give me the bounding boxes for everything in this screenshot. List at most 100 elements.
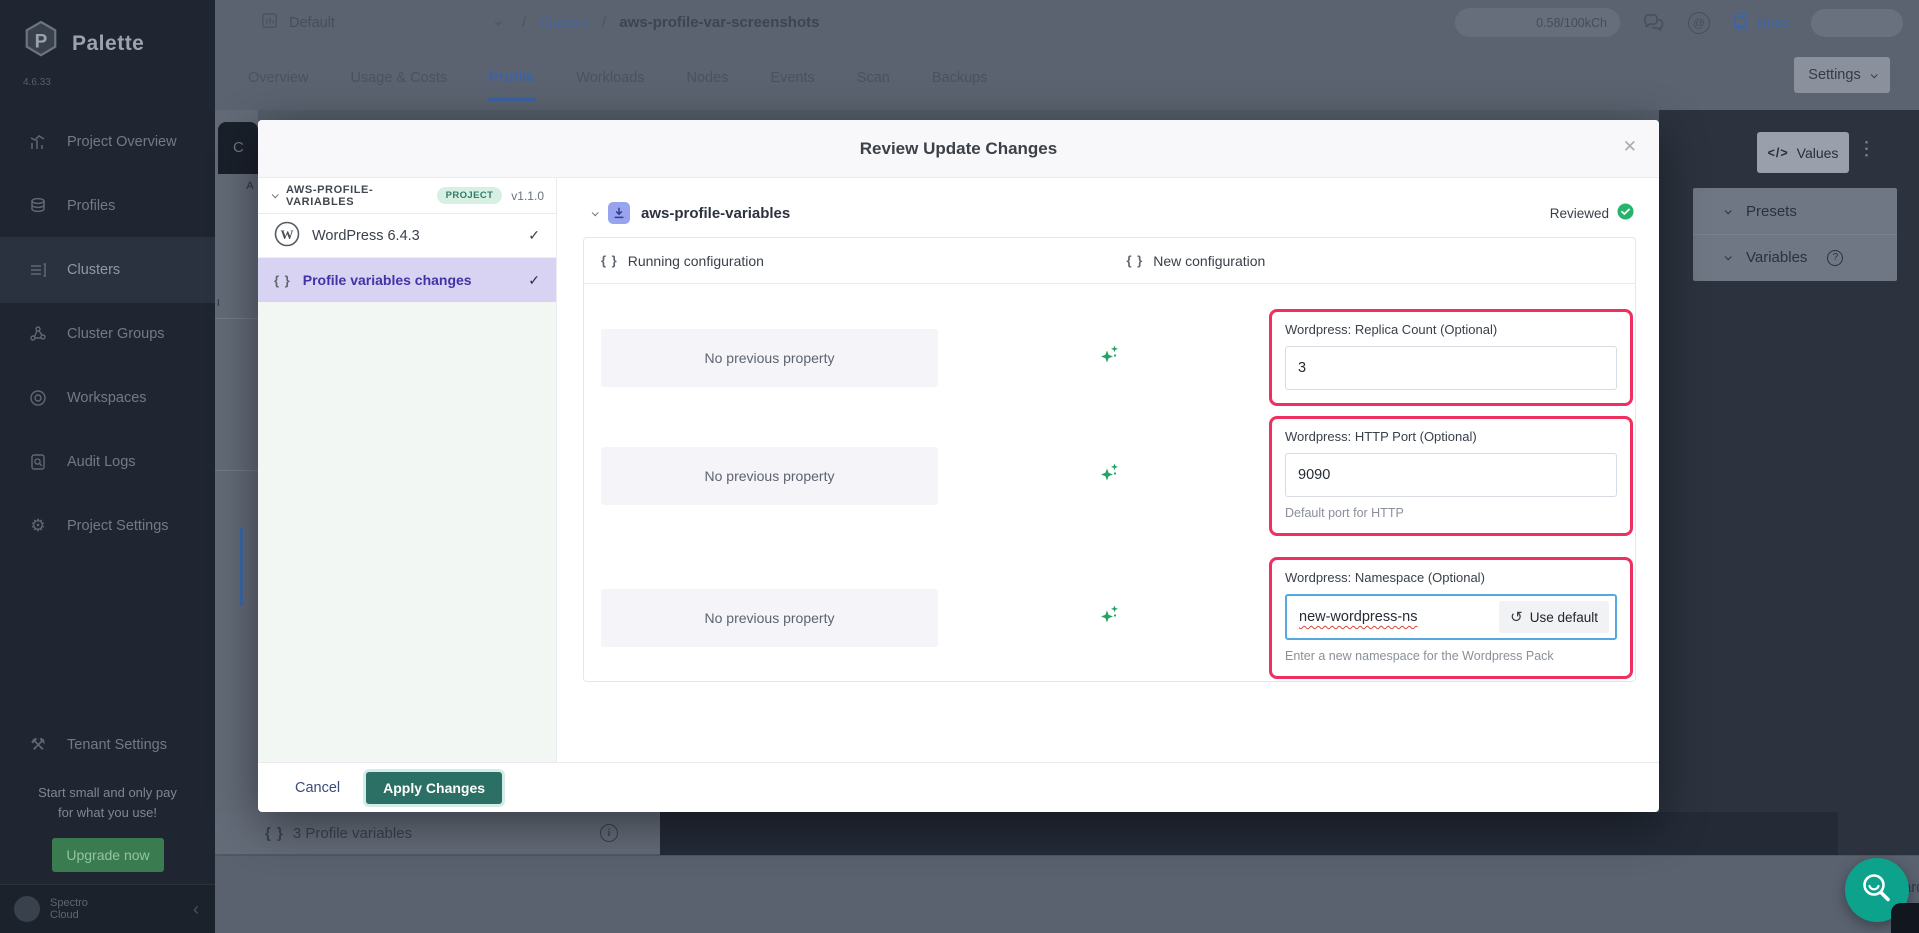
namespace-input[interactable]: new-wordpress-ns ↺ Use default xyxy=(1285,594,1617,640)
screen: P Palette 4.6.33 Project Overview Profil… xyxy=(0,0,1919,933)
variables-changes-label: Profile variables changes xyxy=(303,272,472,288)
http-port-input[interactable] xyxy=(1285,453,1617,497)
sidebar-tenant: ⚒ Tenant Settings xyxy=(0,713,215,777)
user-menu[interactable] xyxy=(1811,9,1903,37)
gear-icon: ⚙ xyxy=(27,515,49,537)
sidebar-item-workspaces[interactable]: Workspaces xyxy=(0,366,215,430)
sidebar-item-label: Clusters xyxy=(67,262,120,278)
sidebar-item-project-settings[interactable]: ⚙ Project Settings xyxy=(0,494,215,558)
field-label: Wordpress: Replica Count (Optional) xyxy=(1285,322,1617,337)
org-name: Spectro Cloud xyxy=(50,897,88,921)
app-version: 4.6.33 xyxy=(0,67,215,88)
wordpress-pack-item[interactable]: W WordPress 6.4.3 ✓ xyxy=(258,214,556,258)
sidebar-nav: Project Overview Profiles Clusters Clust… xyxy=(0,110,215,558)
no-previous-property-box: No previous property xyxy=(601,447,938,505)
new-value-sparkles-icon xyxy=(1098,461,1122,492)
profile-group-header[interactable]: AWS-PROFILE-VARIABLES PROJECT v1.1.0 xyxy=(258,178,556,214)
topbar-right: 0.58/100kCh @ Docs xyxy=(1455,8,1919,37)
tab-usage-costs[interactable]: Usage & Costs xyxy=(350,70,447,86)
at-icon[interactable]: @ xyxy=(1688,12,1710,34)
modal-body: AWS-PROFILE-VARIABLES PROJECT v1.1.0 W W… xyxy=(258,178,1659,762)
clipped-config-tab: C xyxy=(218,122,258,174)
presets-row[interactable]: Presets xyxy=(1693,188,1897,234)
code-icon: </> xyxy=(1768,146,1789,160)
replica-count-input[interactable] xyxy=(1285,346,1617,390)
sidebar-item-project-overview[interactable]: Project Overview xyxy=(0,110,215,174)
modal-left-panel: AWS-PROFILE-VARIABLES PROJECT v1.1.0 W W… xyxy=(258,178,557,762)
sidebar-item-profiles[interactable]: Profiles xyxy=(0,174,215,238)
use-default-label: Use default xyxy=(1530,610,1598,625)
sidebar-item-label: Profiles xyxy=(67,198,115,214)
clipped-text-i: I xyxy=(217,298,220,309)
new-configuration-column: { } New configuration xyxy=(1110,253,1636,269)
diff-rows: No previous property Wordpress: Replica … xyxy=(584,284,1635,679)
configuration-diff-card: { } Running configuration { } New config… xyxy=(583,237,1636,682)
new-configuration-label: New configuration xyxy=(1153,253,1265,269)
sidebar-item-tenant-settings[interactable]: ⚒ Tenant Settings xyxy=(0,713,215,777)
tab-scan[interactable]: Scan xyxy=(857,70,890,86)
check-circle-icon xyxy=(1617,203,1634,223)
help-icon: ? xyxy=(1827,250,1843,266)
sidebar-item-label: Project Overview xyxy=(67,134,177,150)
usage-meter[interactable]: 0.58/100kCh xyxy=(1455,8,1620,37)
close-icon[interactable]: ✕ xyxy=(1623,137,1637,157)
namespace-value[interactable]: new-wordpress-ns xyxy=(1299,609,1417,625)
kebab-menu-icon[interactable]: ⋮ xyxy=(1857,138,1876,161)
diff-row-replica-count: No previous property Wordpress: Replica … xyxy=(584,309,1635,406)
target-icon xyxy=(27,387,49,409)
tab-backups[interactable]: Backups xyxy=(932,70,988,86)
project-selector[interactable]: Default xyxy=(260,11,500,34)
breadcrumb-clusters-link[interactable]: Clusters xyxy=(539,15,589,30)
sidebar-item-cluster-groups[interactable]: Cluster Groups xyxy=(0,302,215,366)
profile-variables-summary[interactable]: { } 3 Profile variables i xyxy=(215,812,660,855)
modal-main-panel: aws-profile-variables Reviewed { } Runni… xyxy=(557,178,1659,762)
variables-row[interactable]: Variables ? xyxy=(1693,234,1897,280)
values-button[interactable]: </> Values xyxy=(1757,132,1849,173)
tab-events[interactable]: Events xyxy=(770,70,814,86)
background-editor xyxy=(660,812,1838,857)
background-left-strip: C A I xyxy=(215,110,258,812)
chat-icon[interactable] xyxy=(1642,12,1666,34)
chevron-down-icon xyxy=(495,18,502,25)
list-icon xyxy=(27,259,49,281)
changed-field-highlight: Wordpress: Replica Count (Optional) xyxy=(1269,309,1633,406)
tab-overview[interactable]: Overview xyxy=(248,70,308,86)
pack-download-icon xyxy=(608,202,630,224)
settings-button[interactable]: Settings xyxy=(1794,57,1890,93)
org-avatar xyxy=(14,896,40,922)
field-label: Wordpress: HTTP Port (Optional) xyxy=(1285,429,1617,444)
docs-link[interactable]: Docs xyxy=(1732,11,1789,34)
sidebar-item-audit-logs[interactable]: Audit Logs xyxy=(0,430,215,494)
diff-row-http-port: No previous property Wordpress: HTTP Por… xyxy=(584,416,1635,536)
info-icon: i xyxy=(600,824,618,842)
upgrade-now-button[interactable]: Upgrade now xyxy=(52,838,164,872)
tab-workloads[interactable]: Workloads xyxy=(576,70,644,86)
use-default-button[interactable]: ↺ Use default xyxy=(1499,601,1609,633)
changed-field-highlight: Wordpress: Namespace (Optional) new-word… xyxy=(1269,557,1633,679)
profile-variables-changes-item[interactable]: { } Profile variables changes ✓ xyxy=(258,258,556,302)
cancel-button[interactable]: Cancel xyxy=(295,780,340,796)
tab-profile[interactable]: Profile xyxy=(489,70,534,86)
pack-label: WordPress 6.4.3 xyxy=(312,228,420,244)
topbar: Default / Clusters / aws-profile-var-scr… xyxy=(215,0,1919,45)
apply-changes-button[interactable]: Apply Changes xyxy=(366,772,502,804)
review-update-changes-modal: Review Update Changes ✕ AWS-PROFILE-VARI… xyxy=(258,120,1659,812)
chevron-down-icon xyxy=(1870,71,1877,78)
check-icon: ✓ xyxy=(528,272,540,289)
collapse-sidebar-icon[interactable]: ‹ xyxy=(193,899,199,920)
changed-field-highlight: Wordpress: HTTP Port (Optional) Default … xyxy=(1269,416,1633,536)
sidebar-item-label: Audit Logs xyxy=(67,454,136,470)
modal-header: Review Update Changes ✕ xyxy=(258,120,1659,178)
braces-icon: { } xyxy=(274,273,291,288)
sidebar-item-label: Project Settings xyxy=(67,518,169,534)
org-name-line2: Cloud xyxy=(50,909,79,921)
widget-notch xyxy=(1891,903,1919,933)
breadcrumb-separator: / xyxy=(602,14,606,32)
sidebar-item-clusters[interactable]: Clusters xyxy=(0,238,215,302)
tab-nodes[interactable]: Nodes xyxy=(687,70,729,86)
promo-line2: for what you use! xyxy=(0,803,215,823)
profile-name: AWS-PROFILE-VARIABLES xyxy=(286,184,428,208)
chevron-down-icon[interactable] xyxy=(592,209,599,216)
palette-logo-icon: P xyxy=(22,20,60,67)
values-label: Values xyxy=(1797,145,1839,161)
